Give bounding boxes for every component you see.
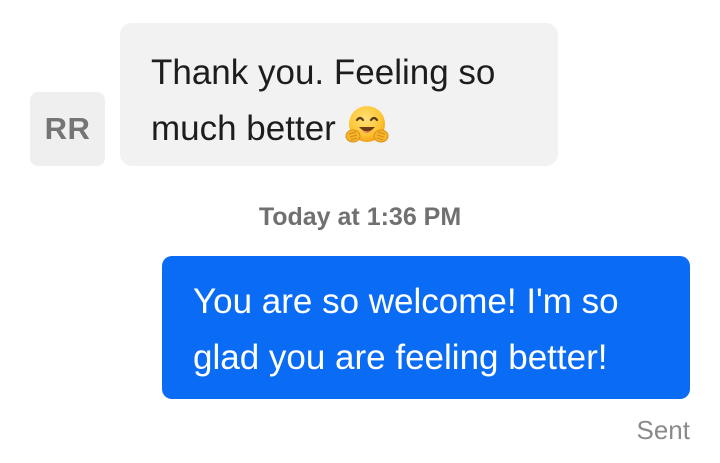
outgoing-message-bubble[interactable]: You are so welcome! I'm so glad you are … xyxy=(162,256,690,399)
incoming-message-line: much better xyxy=(151,109,336,148)
hugging-face-icon xyxy=(344,103,390,149)
incoming-message-bubble[interactable]: Thank you. Feeling so much better xyxy=(120,23,558,166)
message-thread: RR Thank you. Feeling so much better Tod… xyxy=(0,0,720,463)
incoming-message-line-with-emoji: much better xyxy=(151,101,528,157)
message-timestamp: Today at 1:36 PM xyxy=(258,203,462,231)
avatar[interactable]: RR xyxy=(30,92,105,166)
outgoing-message-line: You are so welcome! I'm so xyxy=(193,282,619,321)
avatar-initials: RR xyxy=(44,111,91,146)
incoming-message-line: Thank you. Feeling so xyxy=(151,53,496,92)
delivery-status: Sent xyxy=(636,415,691,445)
outgoing-message-line: glad you are feeling better! xyxy=(193,338,608,377)
